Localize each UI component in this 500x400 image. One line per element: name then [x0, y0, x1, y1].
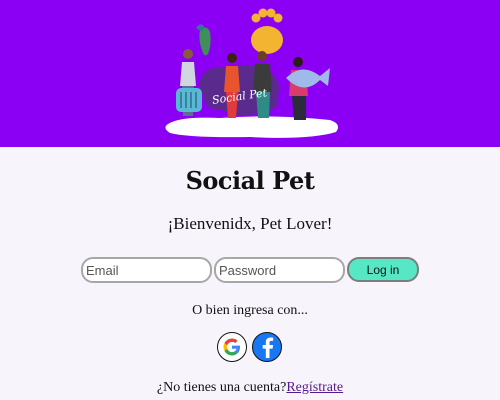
alternative-login-text: O bien ingresa con...	[192, 303, 308, 318]
email-field[interactable]	[81, 257, 212, 283]
facebook-login-button[interactable]	[252, 332, 282, 362]
login-button[interactable]: Log in	[347, 257, 419, 282]
register-link[interactable]: Regístrate	[286, 380, 343, 395]
facebook-icon	[262, 337, 274, 358]
register-prompt: ¿No tienes una cuenta?Regístrate	[0, 380, 500, 396]
welcome-message: ¡Bienvenidx, Pet Lover!	[167, 214, 333, 233]
hero-illustration: Social Pet	[165, 8, 338, 138]
header-banner: Social Pet	[0, 0, 500, 147]
page-title: Social Pet	[185, 166, 315, 195]
google-icon	[223, 338, 240, 356]
password-field[interactable]	[214, 257, 345, 283]
register-question: ¿No tienes una cuenta?	[156, 380, 287, 395]
google-login-button[interactable]	[217, 332, 247, 362]
